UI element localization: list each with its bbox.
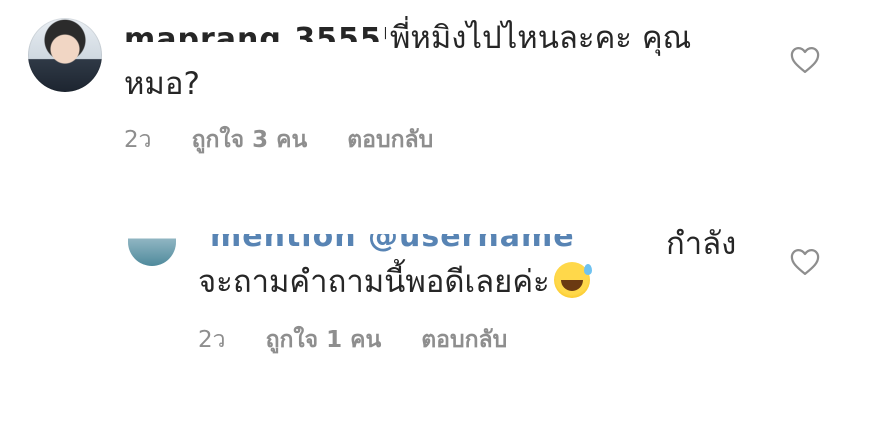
comment-username[interactable]: maprang.35555 [124,20,386,42]
comment-age: 2ว [198,327,226,353]
comment-username[interactable]: mention @username [210,234,650,254]
comment-meta: 2ว ถูกใจ 1 คน ตอบกลับ [198,322,507,358]
heart-outline-icon[interactable] [790,248,820,276]
comment-text-line2: หมอ? [124,66,200,102]
grinning-face-with-sweat-emoji [553,262,592,298]
comment-age: 2ว [124,127,152,153]
likes-count-button[interactable]: ถูกใจ 1 คน [266,322,382,358]
heart-outline-icon[interactable] [790,46,820,74]
avatar[interactable] [28,18,102,92]
reply-button[interactable]: ตอบกลับ [347,122,433,158]
comment-text-line1: กำลัง [666,226,737,262]
likes-count-button[interactable]: ถูกใจ 3 คน [192,122,308,158]
avatar[interactable] [128,226,176,266]
comment-text-line2: จะถามคำถามนี้พอดีเลยค่ะ [198,262,592,302]
comment-meta: 2ว ถูกใจ 3 คน ตอบกลับ [124,122,433,158]
reply-button[interactable]: ตอบกลับ [421,322,507,358]
comment-text-body: จะถามคำถามนี้พอดีเลยค่ะ [198,264,550,300]
comment-text-line1: พี่หมิงไปไหนละคะ คุณ [390,20,692,56]
